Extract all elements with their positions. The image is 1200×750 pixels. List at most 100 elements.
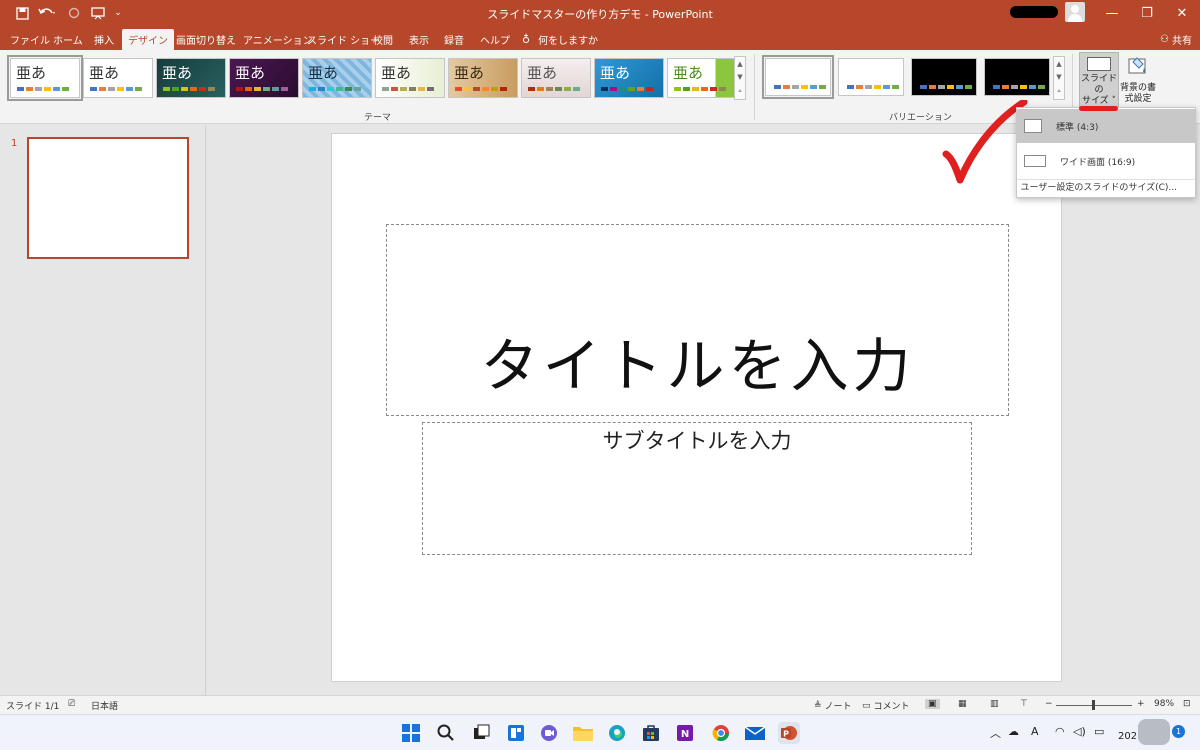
edge-icon[interactable]: [606, 722, 628, 744]
theme-color-swatches: [382, 87, 434, 91]
slide-size-label-1: スライドの: [1080, 74, 1117, 95]
menu-item-standard[interactable]: 標準 (4:3): [1017, 109, 1195, 143]
zoom-out-button[interactable]: −: [1045, 699, 1053, 709]
clock-redacted: [1138, 719, 1170, 745]
menu-item-widescreen[interactable]: ワイド画面 (16:9): [1017, 144, 1195, 178]
normal-view-icon[interactable]: ▣: [925, 699, 940, 709]
wifi-icon[interactable]: ◠: [1055, 725, 1065, 738]
variant-2[interactable]: [838, 58, 904, 96]
volume-icon[interactable]: ◁): [1073, 725, 1086, 738]
tab-view[interactable]: 表示: [403, 29, 435, 50]
theme-facet[interactable]: 亜あ: [156, 58, 226, 98]
slide-count: スライド 1/1: [6, 702, 60, 712]
notes-icon: ≜: [814, 700, 822, 711]
task-view-icon[interactable]: [470, 722, 492, 744]
store-icon[interactable]: [640, 722, 662, 744]
notes-button[interactable]: ≜ ノート: [814, 699, 852, 713]
theme-savon[interactable]: 亜あ: [521, 58, 591, 98]
zoom-level[interactable]: 98%: [1154, 699, 1174, 709]
theme-color-swatches: [17, 87, 69, 91]
share-label: 共有: [1172, 36, 1192, 47]
tab-home[interactable]: ホーム: [47, 29, 89, 50]
restore-button[interactable]: ❐: [1128, 0, 1166, 26]
slideshow-view-icon[interactable]: ⊤: [1020, 699, 1028, 709]
search-icon[interactable]: [435, 722, 457, 744]
theme-facet-green[interactable]: 亜あ: [667, 58, 737, 98]
variant-4[interactable]: [984, 58, 1050, 96]
avatar[interactable]: [1065, 2, 1085, 22]
theme-organic[interactable]: 亜あ: [302, 58, 372, 98]
theme-wood[interactable]: 亜あ: [448, 58, 518, 98]
person-icon: ⚇: [1160, 34, 1169, 45]
zoom-in-button[interactable]: +: [1137, 699, 1145, 709]
svg-text:P: P: [783, 730, 789, 739]
theme-retrospect[interactable]: 亜あ: [375, 58, 445, 98]
language[interactable]: 日本語: [91, 699, 118, 712]
comments-button[interactable]: ▭ コメント: [862, 699, 910, 713]
title-placeholder[interactable]: タイトルを入力: [386, 224, 1009, 416]
onenote-icon[interactable]: N: [674, 722, 696, 744]
notification-badge[interactable]: 1: [1172, 725, 1185, 738]
minimize-button[interactable]: —: [1093, 0, 1131, 26]
theme-preview-text: 亜あ: [673, 64, 704, 82]
group-divider: [754, 54, 755, 120]
scroll-down-icon[interactable]: ▼: [1056, 73, 1061, 81]
chevron-up-icon[interactable]: ︿: [990, 725, 1001, 741]
scroll-up-icon[interactable]: ▲: [1056, 60, 1061, 68]
theme-color-swatches: [309, 87, 361, 91]
powerpoint-icon[interactable]: P: [778, 722, 800, 744]
battery-icon[interactable]: ▭: [1094, 725, 1104, 738]
zoom-slider-thumb[interactable]: [1092, 700, 1095, 710]
theme-preview-text: 亜あ: [454, 64, 485, 82]
close-button[interactable]: ✕: [1163, 0, 1200, 26]
scroll-down-icon[interactable]: ▼: [737, 73, 742, 81]
theme-color-swatches: [674, 87, 726, 91]
format-background-label-2: 式設定: [1124, 94, 1152, 104]
variant-3[interactable]: [911, 58, 977, 96]
reading-view-icon[interactable]: ▥: [990, 699, 999, 709]
theme-office-2[interactable]: 亜あ: [83, 58, 153, 98]
themes-gallery-scroll[interactable]: ▲ ▼ ⩡: [734, 56, 746, 100]
slide-sorter-icon[interactable]: ▦: [958, 699, 967, 709]
format-background-button[interactable]: 背景の書 式設定: [1119, 52, 1157, 108]
tab-design[interactable]: デザイン: [122, 29, 174, 50]
aspect-16-9-icon: [1024, 155, 1046, 167]
variants-gallery-scroll[interactable]: ▲ ▼ ⩡: [1053, 56, 1065, 100]
subtitle-placeholder[interactable]: サブタイトルを入力: [422, 422, 972, 555]
tell-me-search[interactable]: ♁ 何をしますか: [516, 29, 604, 50]
theme-color-swatches: [528, 87, 580, 91]
mail-icon[interactable]: [744, 722, 766, 744]
theme-color-swatches: [163, 87, 215, 91]
tab-help[interactable]: ヘルプ: [474, 29, 516, 50]
share-button[interactable]: ⚇ 共有: [1160, 29, 1192, 50]
slide-size-button[interactable]: スライドの サイズ ˅: [1079, 52, 1119, 108]
accessibility-icon[interactable]: ⎚: [68, 699, 75, 709]
chrome-icon[interactable]: [710, 722, 732, 744]
theme-office[interactable]: 亜あ: [7, 55, 83, 101]
slide-thumbnails-pane: 1: [0, 125, 206, 695]
menu-item-custom-size[interactable]: ユーザー設定のスライドのサイズ(C)...: [1017, 179, 1195, 197]
ime-indicator[interactable]: A: [1031, 725, 1039, 738]
file-explorer-icon[interactable]: [572, 722, 594, 744]
fit-to-window-icon[interactable]: ⊡: [1183, 699, 1191, 709]
format-background-icon: [1127, 56, 1149, 80]
theme-ion[interactable]: 亜あ: [229, 58, 299, 98]
underline-annotation: [1079, 106, 1118, 111]
slide-thumbnail[interactable]: [27, 137, 189, 259]
menu-item-widescreen-label: ワイド画面 (16:9): [1060, 157, 1136, 168]
cloud-icon[interactable]: ☁: [1008, 725, 1019, 738]
title-bar: ⌄ スライドマスターの作り方デモ - PowerPoint — ❐ ✕: [0, 0, 1200, 26]
gallery-more-icon[interactable]: ⩡: [1057, 87, 1061, 96]
tab-record[interactable]: 録音: [438, 29, 470, 50]
theme-slice[interactable]: 亜あ: [594, 58, 664, 98]
teams-chat-icon[interactable]: [538, 722, 560, 744]
windows-start-icon[interactable]: [400, 722, 422, 744]
tab-review[interactable]: 校閲: [367, 29, 399, 50]
gallery-more-icon[interactable]: ⩡: [738, 87, 742, 96]
slide-canvas[interactable]: タイトルを入力 サブタイトルを入力: [331, 133, 1062, 682]
scroll-up-icon[interactable]: ▲: [737, 60, 742, 68]
variant-1[interactable]: [762, 55, 834, 99]
tab-insert[interactable]: 挿入: [88, 29, 120, 50]
tab-transitions[interactable]: 画面切り替え: [170, 29, 242, 50]
widgets-icon[interactable]: [505, 722, 527, 744]
